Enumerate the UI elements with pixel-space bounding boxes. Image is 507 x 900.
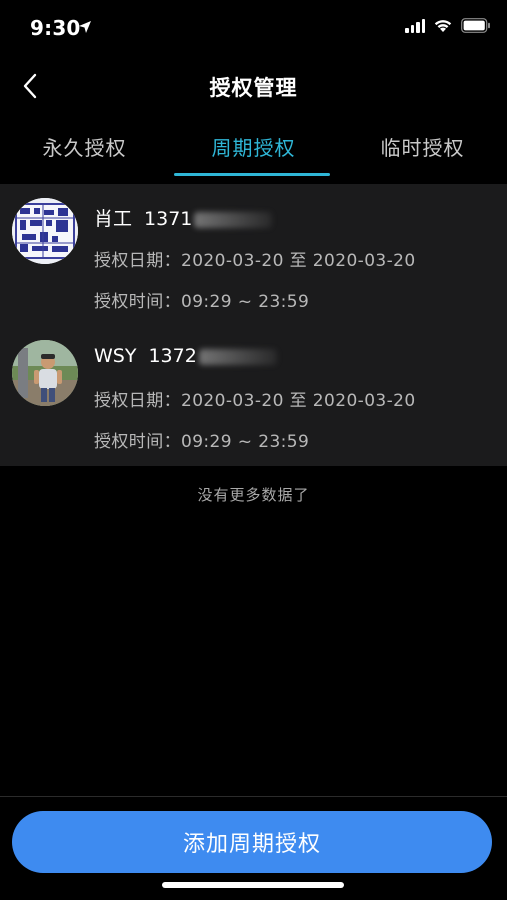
tab-bar: 永久授权 周期授权 临时授权	[0, 122, 507, 178]
phone-number: 1371	[144, 208, 193, 230]
auth-time-value: 09:29 ~ 23:59	[181, 292, 310, 312]
auth-time-label: 授权时间：	[94, 292, 181, 312]
contact-name-line: WSY 1372	[94, 345, 277, 367]
list-item[interactable]: 肖工 1371 授权日期：2020-03-20 至 2020-03-20 授权时间…	[0, 184, 507, 324]
auth-date-value: 2020-03-20 至 2020-03-20	[181, 391, 416, 411]
battery-icon	[461, 18, 491, 33]
phone-redaction	[198, 348, 277, 365]
page-title: 授权管理	[209, 76, 298, 100]
phone-number: 1372	[148, 345, 197, 367]
tab-temporary[interactable]: 临时授权	[338, 132, 507, 161]
auth-date-label: 授权日期：	[94, 251, 181, 271]
tab-permanent[interactable]: 永久授权	[0, 132, 169, 161]
no-more-data-text: 没有更多数据了	[197, 486, 310, 504]
status-icons	[405, 18, 491, 33]
add-periodic-authorization-button[interactable]: 添加周期授权	[12, 811, 492, 873]
auth-time-line: 授权时间：09:29 ~ 23:59	[94, 287, 309, 312]
auth-date-line: 授权日期：2020-03-20 至 2020-03-20	[94, 246, 416, 271]
cellular-signal-icon	[405, 18, 425, 33]
avatar	[12, 340, 78, 406]
bottom-divider	[0, 796, 507, 797]
wifi-icon	[433, 18, 453, 33]
auth-date-value: 2020-03-20 至 2020-03-20	[181, 251, 416, 271]
contact-name: WSY	[94, 345, 137, 367]
contact-name: 肖工	[94, 208, 133, 230]
auth-time-value: 09:29 ~ 23:59	[181, 432, 310, 452]
auth-time-label: 授权时间：	[94, 432, 181, 452]
location-arrow-icon	[79, 21, 91, 33]
list-item[interactable]: WSY 1372 授权日期：2020-03-20 至 2020-03-20 授权时…	[0, 324, 507, 464]
home-indicator	[162, 882, 344, 888]
status-bar: 9:30	[0, 0, 507, 56]
auth-date-label: 授权日期：	[94, 391, 181, 411]
tab-periodic[interactable]: 周期授权	[169, 132, 338, 161]
active-tab-indicator	[174, 173, 330, 176]
phone-redaction	[194, 211, 273, 228]
authorization-list: 肖工 1371 授权日期：2020-03-20 至 2020-03-20 授权时间…	[0, 184, 507, 466]
contact-name-line: 肖工 1371	[94, 204, 273, 231]
status-time: 9:30	[30, 16, 81, 40]
auth-time-line: 授权时间：09:29 ~ 23:59	[94, 427, 309, 452]
auth-date-line: 授权日期：2020-03-20 至 2020-03-20	[94, 386, 416, 411]
nav-bar: 授权管理	[0, 62, 507, 110]
avatar	[12, 198, 78, 264]
